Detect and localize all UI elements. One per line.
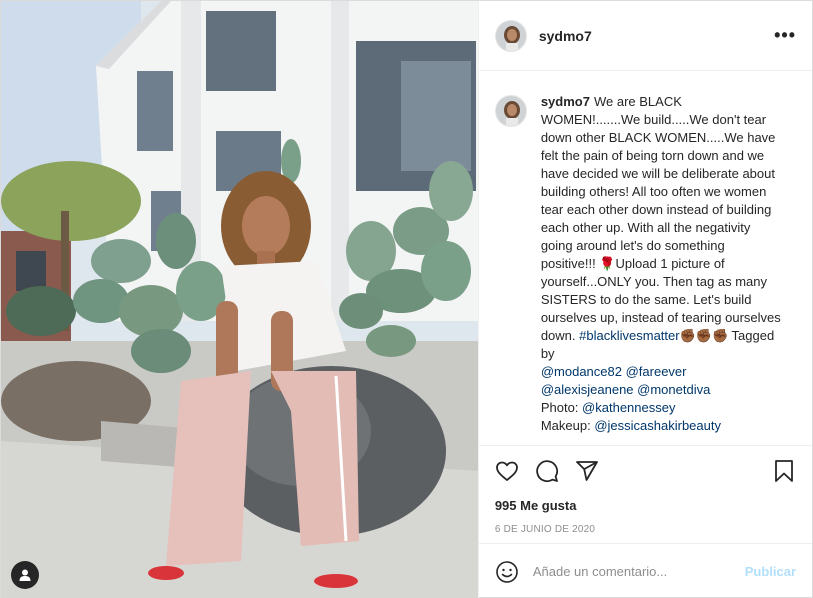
- action-bar: [478, 445, 812, 495]
- avatar-image: [495, 20, 526, 51]
- share-icon[interactable]: [575, 459, 599, 483]
- photo-label: Photo:: [540, 400, 579, 415]
- post-sidebar: sydmo7 ••• sydmo7 We are BLACK WOMEN!....…: [477, 1, 812, 598]
- avatar[interactable]: [494, 19, 527, 52]
- likes-count[interactable]: 995 Me gusta: [479, 495, 812, 517]
- mention-link[interactable]: @modance82: [541, 364, 622, 379]
- emoji-icon[interactable]: [495, 560, 519, 584]
- post-image: [1, 1, 478, 598]
- instagram-post: sydmo7 ••• sydmo7 We are BLACK WOMEN!....…: [0, 0, 813, 598]
- comment-icon[interactable]: [535, 459, 559, 483]
- bookmark-icon[interactable]: [772, 459, 796, 483]
- caption-text: sydmo7 We are BLACK WOMEN!.......We build…: [541, 93, 781, 445]
- publish-button[interactable]: Publicar: [745, 564, 796, 579]
- avatar-image: [495, 96, 526, 126]
- avatar[interactable]: [494, 95, 527, 127]
- caption-body: We are BLACK WOMEN!.......We build.....W…: [540, 94, 781, 343]
- mention-link[interactable]: @fareever: [626, 364, 687, 379]
- caption-area: sydmo7 We are BLACK WOMEN!.......We build…: [479, 71, 812, 445]
- comment-input[interactable]: [532, 564, 745, 579]
- comment-box: Publicar: [478, 543, 812, 598]
- post-photo[interactable]: [1, 1, 478, 598]
- username-link[interactable]: sydmo7: [539, 28, 592, 44]
- mention-link[interactable]: @jessicashakirbeauty: [594, 418, 721, 433]
- user-icon: [19, 569, 31, 581]
- post-header: sydmo7 •••: [478, 1, 812, 71]
- heart-icon[interactable]: [495, 459, 519, 483]
- mention-link[interactable]: @monetdiva: [637, 382, 710, 397]
- caption-username[interactable]: sydmo7: [541, 94, 590, 109]
- makeup-label: Makeup:: [540, 418, 591, 433]
- hashtag-link[interactable]: #blacklivesmatter: [579, 328, 679, 343]
- mention-link[interactable]: @kathennessey: [582, 400, 675, 415]
- more-options-icon[interactable]: •••: [774, 25, 796, 46]
- mention-link[interactable]: @alexisjeanene: [541, 382, 634, 397]
- post-date[interactable]: 6 DE JUNIO DE 2020: [479, 517, 812, 543]
- user-tags-button[interactable]: [11, 561, 39, 589]
- fist-emojis: ✊🏾✊🏾✊🏾: [679, 328, 729, 343]
